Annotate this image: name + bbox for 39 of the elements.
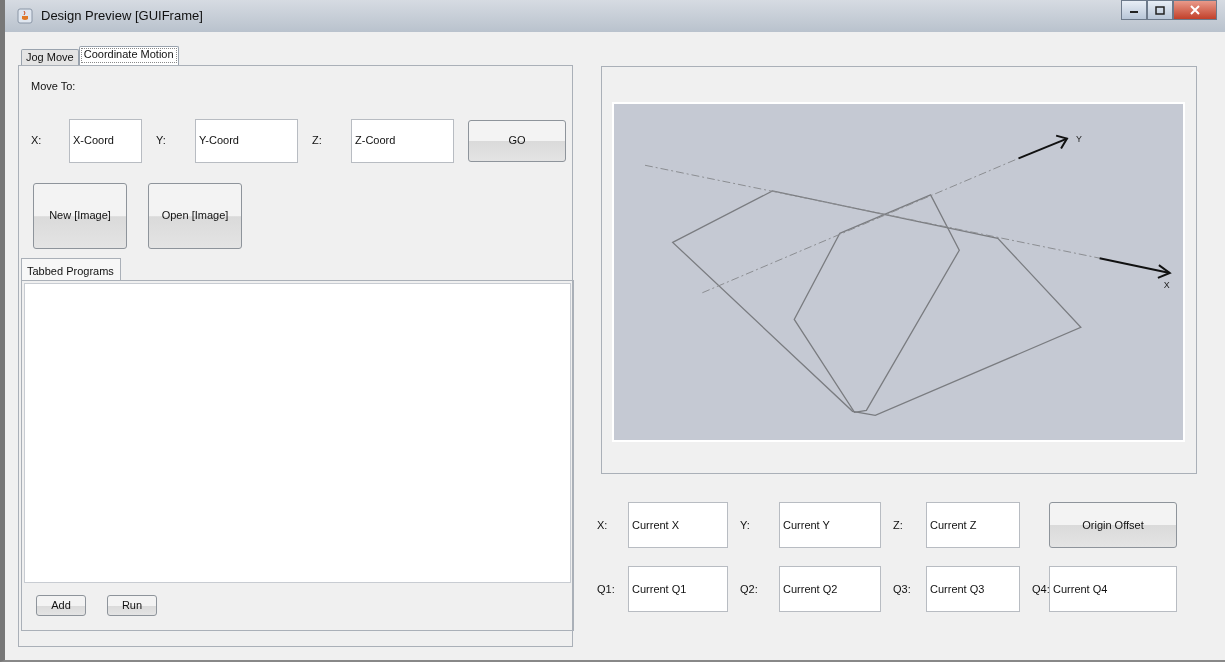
maximize-icon (1155, 5, 1165, 15)
axis-label: X (1163, 279, 1170, 290)
image-button[interactable]: New [Image] (33, 182, 127, 249)
field-label: Q2: (739, 581, 759, 597)
program-button[interactable]: Add (36, 594, 86, 616)
image-button[interactable]: Open [Image] (148, 182, 242, 249)
input-field[interactable]: Y-Coord (195, 118, 298, 163)
minimize-button[interactable] (1121, 0, 1147, 20)
tab[interactable]: Jog Move (21, 49, 79, 65)
app-icon (17, 8, 33, 24)
go-button[interactable]: GO (468, 119, 566, 162)
axis-label: Y (1075, 133, 1082, 144)
tab[interactable]: Tabbed Programs (21, 257, 121, 280)
move-to-label: Move To: (31, 79, 77, 94)
close-icon (1190, 5, 1200, 15)
program-button[interactable]: Run (107, 594, 157, 616)
origin-offset-button[interactable]: Origin Offset (1049, 502, 1177, 548)
close-button[interactable] (1173, 0, 1217, 20)
input-field[interactable]: Z-Coord (351, 118, 454, 163)
readout-field: Current Q3 (926, 566, 1020, 612)
field-label: X: (31, 133, 43, 149)
field-label: Z: (892, 517, 904, 533)
field-label: Z: (312, 133, 323, 149)
readout-field: Current Z (926, 502, 1020, 548)
window-title: Design Preview [GUIFrame] (41, 7, 203, 26)
tab[interactable]: Coordinate Motion (78, 46, 179, 65)
field-label: Q4: (1031, 581, 1049, 597)
readout-field: Current X (628, 502, 728, 548)
field-label: Q1: (596, 581, 616, 597)
field-label: X: (596, 517, 609, 533)
field-label: Y: (739, 517, 751, 533)
readout-field: Current Q4 (1049, 566, 1177, 612)
field-label: Q3: (892, 581, 912, 597)
readout-field: Current Q1 (628, 566, 728, 612)
readout-field: Current Q2 (779, 566, 881, 612)
input-field[interactable]: X-Coord (69, 118, 142, 163)
readout-field: Current Y (779, 502, 881, 548)
maximize-button[interactable] (1147, 0, 1173, 20)
field-label: Y: (156, 133, 167, 149)
